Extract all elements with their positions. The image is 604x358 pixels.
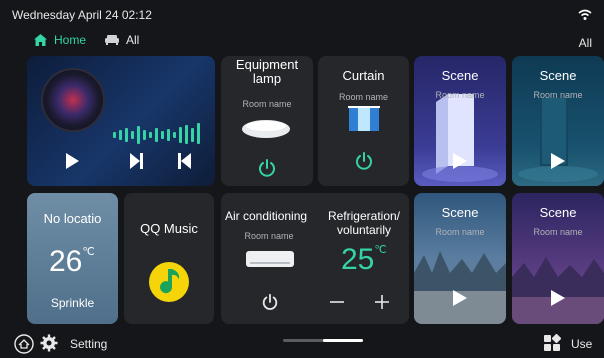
use-label[interactable]: Use (571, 337, 592, 351)
play-icon[interactable] (63, 152, 81, 170)
refrigeration-title: Refrigeration/ voluntarily (327, 209, 401, 237)
scene-card-3[interactable]: Scene Room name (414, 193, 506, 324)
wifi-icon (578, 9, 592, 20)
gear-icon[interactable] (40, 334, 58, 352)
curtain-icon (348, 106, 380, 131)
page-indicator-active (323, 339, 363, 342)
scene-room: Room name (435, 227, 485, 237)
play-icon[interactable] (550, 152, 566, 170)
sofa-icon (105, 35, 119, 45)
scene-title: Scene (539, 205, 577, 220)
scene-room: Room name (533, 90, 583, 100)
lamp-room: Room name (242, 99, 292, 109)
qq-music-card[interactable]: QQ Music (124, 193, 214, 324)
tab-all[interactable]: All (104, 33, 139, 47)
scene-card-1[interactable]: Scene Room name (414, 56, 506, 186)
weather-condition: Sprinkle (50, 296, 95, 310)
weather-temperature: 26℃ (49, 245, 95, 278)
next-icon[interactable] (128, 152, 146, 170)
status-datetime: Wednesday April 24 02:12 (12, 8, 152, 22)
audio-wave-icon (113, 123, 200, 144)
lamp-title: Equipment lamp (235, 57, 299, 86)
curtain-card[interactable]: Curtain Room name (318, 56, 409, 186)
home-assistant-icon[interactable] (14, 334, 34, 354)
tab-home-label: Home (54, 33, 87, 47)
home-icon (34, 34, 47, 46)
power-icon[interactable] (257, 158, 277, 178)
weather-card[interactable]: No locatio 26℃ Sprinkle (27, 193, 118, 324)
weather-location: No locatio (43, 211, 102, 226)
decrease-icon[interactable] (329, 294, 345, 310)
qq-music-title: QQ Music (140, 221, 198, 236)
scene-title: Scene (441, 68, 479, 83)
play-icon[interactable] (550, 289, 566, 307)
qq-music-logo-icon (149, 262, 189, 302)
album-art (41, 68, 105, 132)
play-icon[interactable] (452, 289, 468, 307)
air-conditioning-card[interactable]: Air conditioning Room name Refrigeration… (221, 193, 409, 324)
all-link[interactable]: All (579, 36, 592, 50)
tab-all-label: All (126, 33, 140, 47)
power-icon[interactable] (261, 293, 279, 311)
scene-room: Room name (533, 227, 583, 237)
aircon-room: Room name (244, 231, 294, 241)
scene-card-2[interactable]: Scene Room name (512, 56, 604, 186)
aircon-title: Air conditioning (225, 209, 308, 223)
power-icon[interactable] (354, 151, 374, 171)
scene-title: Scene (441, 205, 479, 220)
music-player-card[interactable] (27, 56, 215, 186)
equipment-lamp-card[interactable]: Equipment lamp Room name (221, 56, 313, 186)
play-icon[interactable] (452, 152, 468, 170)
curtain-room: Room name (338, 92, 389, 102)
setting-label[interactable]: Setting (70, 337, 107, 351)
apps-grid-icon[interactable] (543, 334, 561, 352)
scene-room: Room name (435, 90, 485, 100)
scene-card-4[interactable]: Scene Room name (512, 193, 604, 324)
tab-home[interactable]: Home (33, 33, 86, 47)
air-conditioner-icon (246, 251, 294, 267)
scene-title: Scene (539, 68, 577, 83)
refrigeration-temperature: 25℃ (341, 243, 387, 276)
previous-icon[interactable] (175, 152, 193, 170)
increase-icon[interactable] (374, 294, 390, 310)
curtain-title: Curtain (342, 68, 385, 83)
ceiling-lamp-icon (242, 120, 290, 138)
